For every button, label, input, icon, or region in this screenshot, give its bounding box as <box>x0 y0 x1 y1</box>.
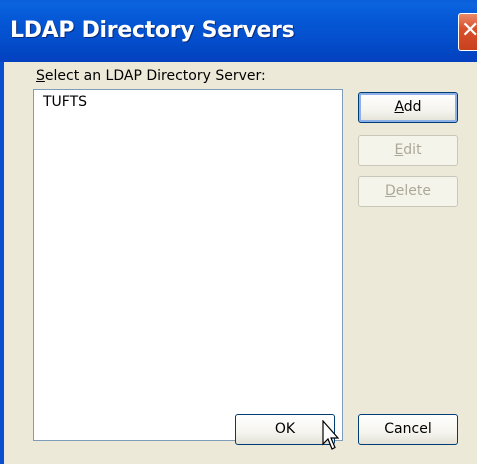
delete-button: Delete <box>358 176 458 207</box>
edit-button: Edit <box>358 135 458 166</box>
mouse-cursor-icon <box>322 420 340 450</box>
close-icon: ✕ <box>461 18 477 43</box>
server-listbox[interactable]: TUFTS <box>33 89 343 441</box>
title-bar[interactable]: LDAP Directory Servers ✕ <box>0 0 477 62</box>
ok-button[interactable]: OK <box>235 414 335 445</box>
server-list-label: Select an LDAP Directory Server: <box>36 68 266 84</box>
window-border <box>0 62 4 464</box>
dialog-window: LDAP Directory Servers ✕ Select an LDAP … <box>0 0 477 464</box>
cancel-button[interactable]: Cancel <box>358 414 458 445</box>
window-title: LDAP Directory Servers <box>10 18 295 43</box>
close-button[interactable]: ✕ <box>458 13 477 51</box>
list-item[interactable]: TUFTS <box>43 94 87 110</box>
add-button[interactable]: Add <box>358 92 458 123</box>
